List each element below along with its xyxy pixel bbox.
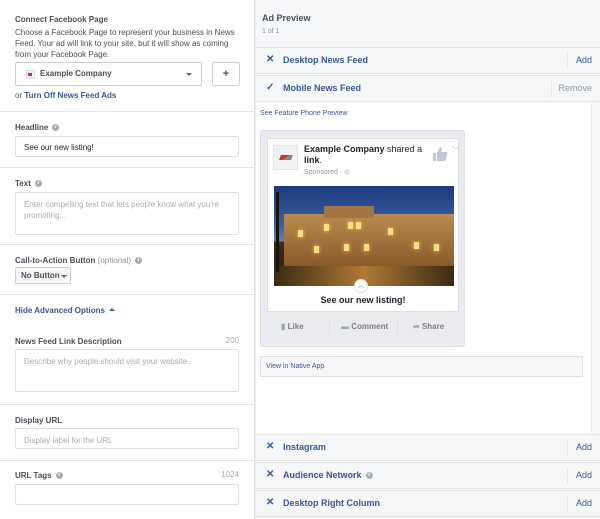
view-in-native-app-link[interactable]: View in Native App bbox=[260, 356, 583, 377]
info-icon[interactable]: i bbox=[365, 472, 373, 480]
info-icon[interactable]: i bbox=[52, 124, 60, 132]
connect-page-description: Choose a Facebook Page to represent your… bbox=[15, 28, 235, 59]
add-placement-button[interactable]: Add bbox=[576, 470, 592, 480]
text-textarea[interactable]: Enter compelling text that lets people k… bbox=[15, 192, 239, 235]
comment-button[interactable]: ▬ Comment bbox=[341, 322, 388, 331]
info-icon[interactable]: i bbox=[135, 257, 143, 265]
cta-select-value: No Button bbox=[21, 271, 60, 280]
divider bbox=[397, 320, 398, 335]
placement-desktop-right-column[interactable]: ✕ Desktop Right Column Add bbox=[256, 490, 600, 517]
placement-audience-network[interactable]: ✕ Audience Network i Add bbox=[256, 462, 600, 489]
share-arrow-icon: ➦ bbox=[413, 322, 420, 331]
close-icon: ✕ bbox=[266, 497, 275, 508]
divider bbox=[551, 81, 552, 97]
placement-instagram[interactable]: ✕ Instagram Add bbox=[256, 434, 600, 461]
placement-name: Audience Network i bbox=[283, 470, 373, 480]
chevron-down-icon bbox=[186, 73, 192, 76]
globe-icon: ◍ bbox=[344, 169, 351, 176]
phone-preview: Example Company shared a link. Sponsored… bbox=[260, 130, 465, 347]
expand-up-icon[interactable]: ︿ bbox=[354, 279, 368, 293]
headline-section: Headline i See our new listing! bbox=[0, 112, 255, 168]
share-button[interactable]: ➦ Share bbox=[413, 322, 444, 331]
link-description-label: News Feed Link Description bbox=[15, 337, 122, 346]
divider bbox=[567, 468, 568, 484]
post-headline[interactable]: See our new listing! bbox=[268, 295, 458, 305]
headline-input[interactable]: See our new listing! bbox=[15, 136, 239, 157]
page-select-value: Example Company bbox=[40, 69, 112, 78]
cta-section: Call-to-Action Button (optional) i No But… bbox=[0, 245, 255, 295]
url-tags-label: URL Tags i bbox=[15, 471, 63, 480]
feature-phone-preview-link[interactable]: See Feature Phone Preview bbox=[260, 110, 348, 117]
url-tags-section: URL Tags i 1024 bbox=[0, 461, 255, 519]
ad-form-panel: Connect Facebook Page Choose a Facebook … bbox=[0, 0, 255, 519]
headline-label: Headline i bbox=[15, 123, 60, 132]
divider bbox=[567, 53, 568, 69]
palm-tree bbox=[276, 192, 279, 272]
close-icon: ✕ bbox=[266, 441, 275, 452]
divider bbox=[567, 496, 568, 512]
connect-page-title: Connect Facebook Page bbox=[15, 15, 108, 24]
turn-off-news-feed-ads-link[interactable]: Turn Off News Feed Ads bbox=[24, 91, 116, 100]
divider bbox=[567, 440, 568, 456]
sponsored-post: Example Company shared a link. Sponsored… bbox=[267, 138, 460, 312]
close-icon: ✕ bbox=[266, 469, 275, 480]
info-icon[interactable]: i bbox=[55, 472, 63, 480]
add-placement-button[interactable]: Add bbox=[576, 55, 592, 65]
page-avatar bbox=[273, 145, 298, 170]
link-description-char-count: 200 bbox=[225, 336, 239, 345]
page-logo-icon bbox=[26, 70, 35, 79]
like-page-icon[interactable] bbox=[432, 146, 448, 162]
shared-text: shared a bbox=[387, 144, 423, 154]
or-text: or bbox=[15, 91, 23, 100]
placement-name: Desktop Right Column bbox=[283, 498, 380, 508]
like-button[interactable]: ▮ Like bbox=[281, 322, 304, 331]
link-description-textarea[interactable]: Describe why people should visit your we… bbox=[15, 349, 239, 392]
post-title: Example Company shared a link. bbox=[304, 144, 423, 165]
page-select[interactable]: Example Company bbox=[15, 62, 202, 86]
connect-page-section: Connect Facebook Page Choose a Facebook … bbox=[0, 0, 255, 112]
display-url-section: Display URL Display label for the URL bbox=[0, 405, 255, 461]
page-name[interactable]: Example Company bbox=[304, 144, 385, 154]
ad-preview-count: 1 of 1 bbox=[262, 28, 280, 35]
company-logo-icon bbox=[279, 155, 293, 160]
house-shape bbox=[284, 206, 454, 266]
link-word[interactable]: link bbox=[304, 155, 320, 165]
thumbs-up-icon: ▮ bbox=[281, 322, 286, 331]
preview-scrollbar[interactable] bbox=[591, 103, 600, 433]
turn-off-row: or Turn Off News Feed Ads bbox=[15, 91, 116, 100]
info-icon[interactable]: i bbox=[34, 180, 42, 188]
check-icon: ✓ bbox=[266, 82, 275, 93]
sponsored-label: Sponsored · ◍ bbox=[304, 169, 351, 176]
cta-select[interactable]: No Button bbox=[15, 267, 71, 284]
remove-placement-button[interactable]: Remove bbox=[558, 83, 592, 93]
display-url-input[interactable]: Display label for the URL bbox=[15, 428, 239, 449]
url-tags-input[interactable] bbox=[15, 484, 239, 505]
chevron-up-icon bbox=[109, 308, 116, 311]
post-actions-bar: ▮ Like ▬ Comment ➦ Share bbox=[261, 315, 464, 340]
mobile-preview-area: See Feature Phone Preview Example Compan… bbox=[256, 103, 600, 433]
text-label: Text i bbox=[15, 179, 42, 188]
placement-desktop-news-feed[interactable]: ✕ Desktop News Feed Add bbox=[256, 47, 600, 74]
add-page-button[interactable]: + bbox=[212, 62, 240, 86]
add-placement-button[interactable]: Add bbox=[576, 498, 592, 508]
add-placement-button[interactable]: Add bbox=[576, 442, 592, 452]
divider bbox=[329, 320, 330, 335]
url-tags-char-count: 1024 bbox=[221, 470, 239, 479]
advanced-section: Hide Advanced Options News Feed Link Des… bbox=[0, 295, 255, 405]
ad-preview-title: Ad Preview bbox=[262, 13, 311, 23]
placement-name: Desktop News Feed bbox=[283, 55, 369, 65]
ad-preview-panel: Ad Preview 1 of 1 ✕ Desktop News Feed Ad… bbox=[256, 0, 600, 519]
placement-name: Instagram bbox=[283, 442, 327, 452]
comment-icon: ▬ bbox=[341, 322, 349, 331]
hide-advanced-options-toggle[interactable]: Hide Advanced Options bbox=[15, 306, 116, 315]
cta-label: Call-to-Action Button (optional) i bbox=[15, 256, 143, 265]
post-options-chevron-icon[interactable]: ﹀ bbox=[452, 145, 460, 156]
placement-name: Mobile News Feed bbox=[283, 83, 362, 93]
placement-mobile-news-feed[interactable]: ✓ Mobile News Feed Remove bbox=[256, 75, 600, 102]
close-icon: ✕ bbox=[266, 54, 275, 65]
listing-photo bbox=[274, 186, 454, 286]
text-section: Text i Enter compelling text that lets pe… bbox=[0, 168, 255, 245]
chevron-down-icon bbox=[61, 275, 67, 278]
display-url-label: Display URL bbox=[15, 416, 63, 425]
